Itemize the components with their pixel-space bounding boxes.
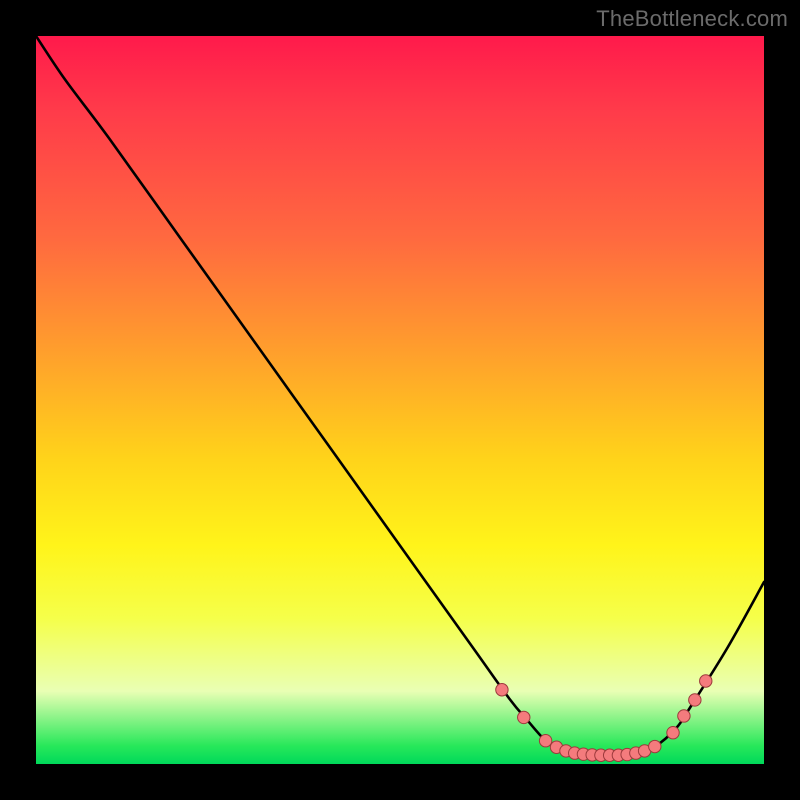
curve-marker bbox=[689, 694, 701, 706]
curve-marker bbox=[700, 675, 712, 687]
plot-area bbox=[36, 36, 764, 764]
curve-marker bbox=[667, 727, 679, 739]
curve-marker bbox=[539, 735, 551, 747]
curve-marker bbox=[496, 684, 508, 696]
bottleneck-curve bbox=[36, 36, 764, 755]
curve-marker bbox=[649, 740, 661, 752]
chart-stage: TheBottleneck.com bbox=[0, 0, 800, 800]
curve-marker bbox=[518, 711, 530, 723]
watermark-text: TheBottleneck.com bbox=[596, 6, 788, 32]
chart-overlay bbox=[36, 36, 764, 764]
curve-marker bbox=[678, 710, 690, 722]
curve-markers bbox=[496, 675, 712, 762]
